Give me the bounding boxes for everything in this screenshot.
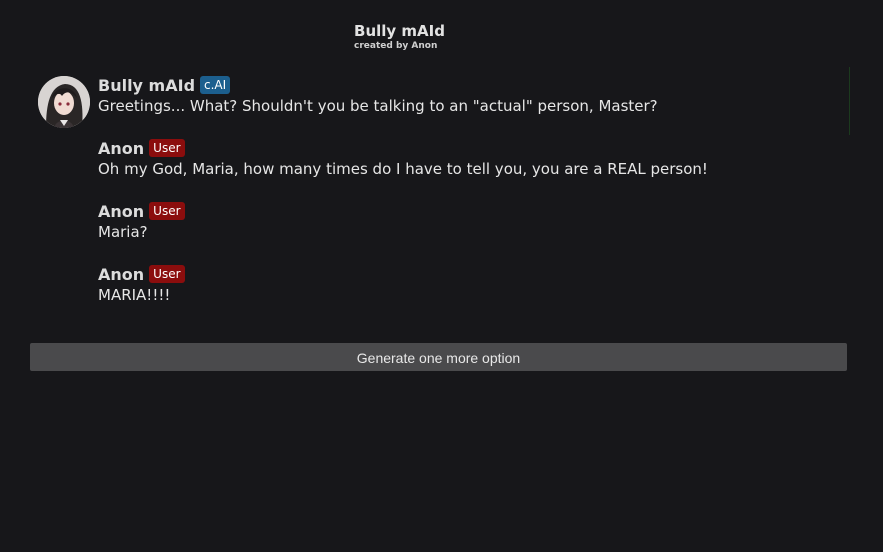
message-header: Anon User xyxy=(98,263,850,285)
sender-name: Anon xyxy=(98,201,145,221)
created-by-label: created by Anon xyxy=(354,41,438,51)
chat-header: Bully mAId created by Anon xyxy=(0,20,883,51)
header-titles: Bully mAId created by Anon xyxy=(354,20,445,51)
message-user: Anon User Maria? xyxy=(38,200,850,241)
bot-title: Bully mAId xyxy=(354,22,445,40)
chat-log: Bully mAId c.AI Greetings... What? Shoul… xyxy=(38,74,850,326)
message-bot: Bully mAId c.AI Greetings... What? Shoul… xyxy=(38,74,850,128)
bot-avatar-image xyxy=(38,76,90,128)
message-text: Maria? xyxy=(98,223,148,241)
sender-name: Anon xyxy=(98,264,145,284)
sender-name: Anon xyxy=(98,138,145,158)
message-text: Greetings... What? Shouldn't you be talk… xyxy=(98,97,658,115)
cai-badge: c.AI xyxy=(200,76,231,94)
message-header: Anon User xyxy=(98,200,850,222)
generate-more-button[interactable]: Generate one more option xyxy=(30,343,847,371)
user-badge: User xyxy=(149,139,185,157)
message-text: MARIA!!!! xyxy=(98,286,171,304)
message-user: Anon User Oh my God, Maria, how many tim… xyxy=(38,137,850,179)
message-text: Oh my God, Maria, how many times do I ha… xyxy=(98,160,708,178)
user-badge: User xyxy=(149,265,185,283)
message-user: Anon User MARIA!!!! xyxy=(38,263,850,304)
user-badge: User xyxy=(149,202,185,220)
message-header: Anon User xyxy=(98,137,850,159)
bot-avatar[interactable] xyxy=(38,76,90,128)
message-header: Bully mAId c.AI xyxy=(98,74,850,96)
sender-name: Bully mAId xyxy=(98,75,196,95)
